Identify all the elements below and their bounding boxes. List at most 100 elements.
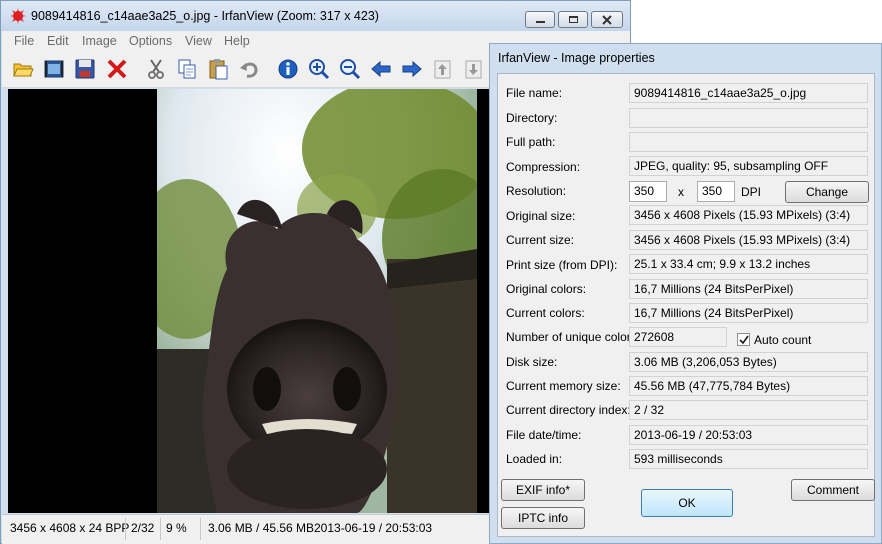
undo-icon (240, 62, 258, 78)
checkmark-icon (738, 335, 749, 344)
disk-size-value[interactable]: 3.06 MB (3,206,053 Bytes) (629, 352, 868, 372)
cut-icon (148, 59, 164, 79)
maximize-icon (559, 12, 587, 27)
loaded-in-label: Loaded in: (506, 452, 563, 466)
auto-count-checkbox[interactable] (737, 333, 750, 346)
maximize-button[interactable] (558, 11, 588, 28)
open-folder-icon (13, 63, 34, 77)
ok-button[interactable]: OK (641, 489, 733, 517)
status-sizes: 3.06 MB / 45.56 MB (208, 521, 315, 535)
cut-button[interactable] (144, 57, 168, 81)
original-colors-value[interactable]: 16,7 Millions (24 BitsPerPixel) (629, 279, 868, 299)
image-properties-dialog: IrfanView - Image properties File name: … (489, 43, 882, 544)
file-name-value[interactable]: 9089414816_c14aae3a25_o.jpg (629, 83, 868, 103)
displayed-image (157, 89, 477, 513)
next-file-icon (465, 60, 482, 79)
zoom-out-button[interactable] (338, 57, 362, 81)
status-zoom: 9 % (166, 521, 187, 535)
previous-file-icon (434, 60, 451, 79)
change-resolution-button[interactable]: Change (785, 181, 869, 203)
memory-size-label: Current memory size: (506, 379, 621, 393)
minimize-button[interactable] (525, 11, 555, 28)
original-size-value[interactable]: 3456 x 4608 Pixels (15.93 MPixels) (3:4) (629, 205, 868, 225)
status-separator (160, 518, 161, 540)
delete-button[interactable] (105, 57, 129, 81)
status-dimensions: 3456 x 4608 x 24 BPP (10, 521, 130, 535)
zoom-in-icon (309, 59, 330, 80)
close-icon (592, 12, 622, 27)
zoom-in-button[interactable] (307, 57, 331, 81)
info-button[interactable] (276, 57, 300, 81)
resolution-y-input[interactable]: 350 (697, 181, 735, 202)
resolution-label: Resolution: (506, 184, 567, 198)
original-size-label: Original size: (506, 209, 576, 223)
exif-info-button[interactable]: EXIF info* (501, 479, 585, 501)
menu-file[interactable]: File (14, 34, 34, 48)
next-arrow-icon (402, 60, 422, 78)
info-icon (278, 59, 298, 79)
resolution-unit: DPI (741, 185, 762, 199)
close-button[interactable] (591, 11, 623, 28)
file-datetime-value[interactable]: 2013-06-19 / 20:53:03 (629, 425, 868, 445)
resolution-x-input[interactable]: 350 (629, 181, 667, 202)
print-size-value[interactable]: 25.1 x 33.4 cm; 9.9 x 13.2 inches (629, 254, 868, 274)
unique-colors-label: Number of unique colors: (506, 330, 641, 344)
delete-icon (107, 59, 127, 79)
current-colors-value[interactable]: 16,7 Millions (24 BitsPerPixel) (629, 303, 868, 323)
slideshow-icon (44, 60, 64, 78)
file-name-label: File name: (506, 86, 563, 100)
auto-count-label[interactable]: Auto count (754, 333, 811, 347)
slideshow-button[interactable] (42, 57, 66, 81)
unique-colors-value[interactable]: 272608 (629, 327, 727, 347)
menu-image[interactable]: Image (82, 34, 117, 48)
paste-icon (209, 59, 228, 80)
previous-button[interactable] (369, 57, 393, 81)
title-bar[interactable]: 9089414816_c14aae3a25_o.jpg - IrfanView … (1, 1, 630, 31)
status-separator (200, 518, 201, 540)
status-datetime: 2013-06-19 / 20:53:03 (314, 521, 433, 535)
iptc-info-button[interactable]: IPTC info (501, 507, 585, 529)
status-index: 2/32 (131, 521, 155, 535)
window-title: 9089414816_c14aae3a25_o.jpg - IrfanView … (31, 9, 379, 23)
print-size-label: Print size (from DPI): (506, 258, 618, 272)
resolution-separator: x (678, 185, 684, 199)
zoom-out-icon (340, 59, 361, 80)
copy-button[interactable] (175, 57, 199, 81)
dialog-title: IrfanView - Image properties (498, 51, 655, 65)
menu-options[interactable]: Options (129, 34, 172, 48)
current-size-value[interactable]: 3456 x 4608 Pixels (15.93 MPixels) (3:4) (629, 230, 868, 250)
full-path-label: Full path: (506, 135, 556, 149)
copy-icon (178, 59, 196, 79)
dialog-body: File name: 9089414816_c14aae3a25_o.jpg D… (497, 73, 875, 537)
menu-view[interactable]: View (185, 34, 212, 48)
full-path-value[interactable] (629, 132, 868, 152)
previous-file-button[interactable] (431, 57, 455, 81)
disk-size-label: Disk size: (506, 355, 558, 369)
save-icon (75, 59, 95, 79)
original-colors-label: Original colors: (506, 282, 587, 296)
directory-index-value[interactable]: 2 / 32 (629, 400, 868, 420)
paste-button[interactable] (206, 57, 230, 81)
directory-value[interactable] (629, 108, 868, 128)
loaded-in-value[interactable]: 593 milliseconds (629, 449, 868, 469)
file-datetime-label: File date/time: (506, 428, 582, 442)
open-button[interactable] (11, 57, 35, 81)
comment-button[interactable]: Comment (791, 479, 875, 501)
compression-label: Compression: (506, 160, 581, 174)
menu-help[interactable]: Help (224, 34, 250, 48)
status-separator (125, 518, 126, 540)
next-file-button[interactable] (462, 57, 486, 81)
undo-button[interactable] (237, 57, 261, 81)
minimize-icon (526, 12, 554, 27)
current-colors-label: Current colors: (506, 306, 585, 320)
next-button[interactable] (400, 57, 424, 81)
directory-index-label: Current directory index: (506, 403, 631, 417)
memory-size-value[interactable]: 45.56 MB (47,775,784 Bytes) (629, 376, 868, 396)
directory-label: Directory: (506, 111, 558, 125)
compression-value[interactable]: JPEG, quality: 95, subsampling OFF (629, 156, 868, 176)
menu-edit[interactable]: Edit (47, 34, 69, 48)
irfanview-app-icon (10, 8, 26, 24)
previous-arrow-icon (371, 60, 391, 78)
save-button[interactable] (73, 57, 97, 81)
current-size-label: Current size: (506, 233, 575, 247)
